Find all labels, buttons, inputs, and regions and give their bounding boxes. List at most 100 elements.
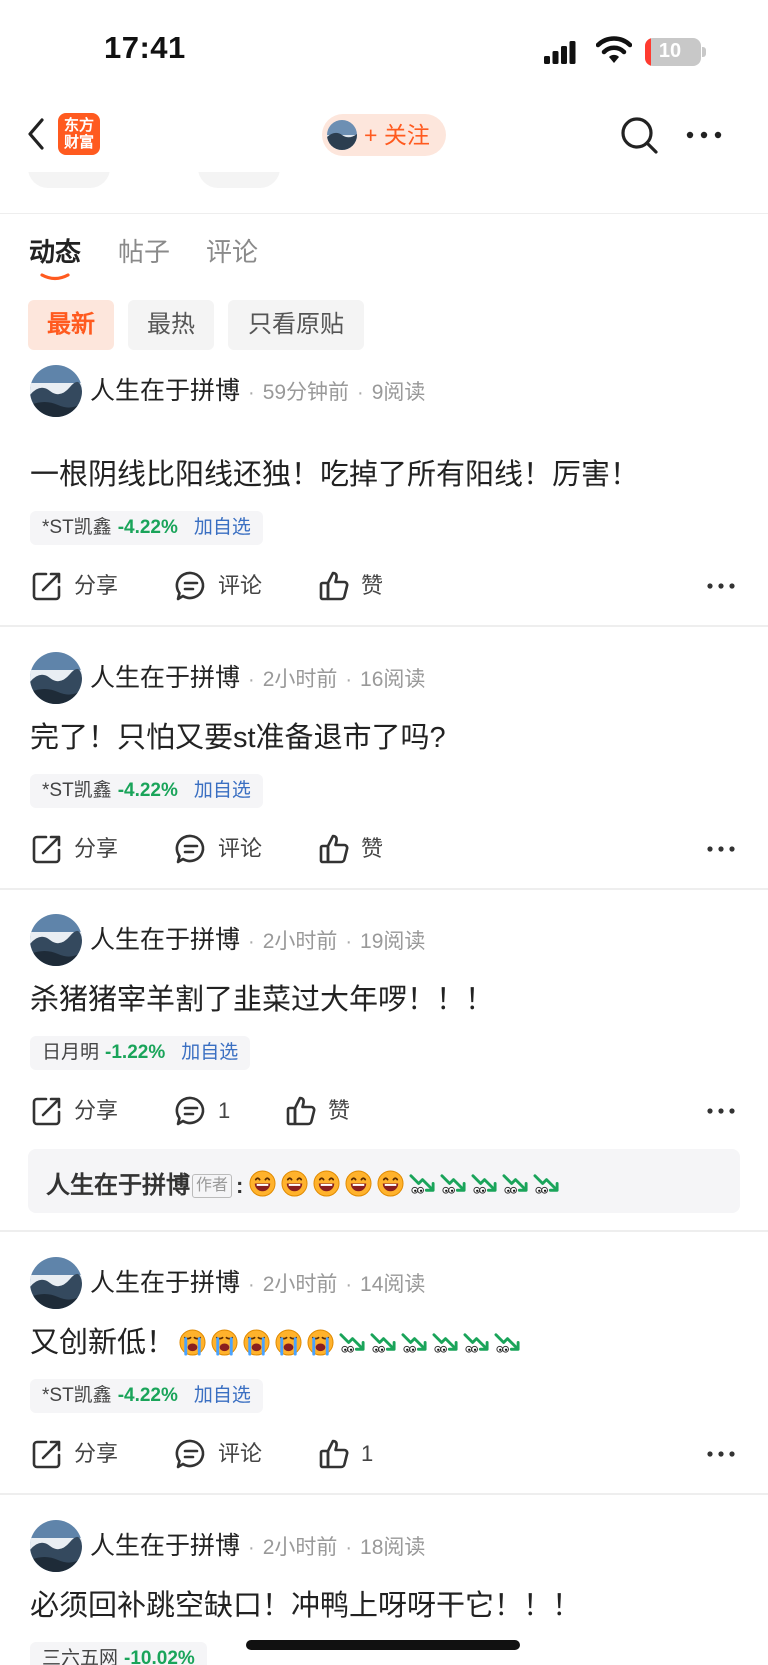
author-avatar[interactable] (30, 652, 82, 704)
down-trend-emoji-icon (471, 1170, 498, 1197)
like-button[interactable]: 赞 (317, 829, 407, 869)
post-content[interactable]: 必须回补跳空缺口！冲鸭上呀呀干它！！！ (30, 1586, 581, 1626)
author-name[interactable]: 人生在于拼博 (90, 377, 240, 405)
author-name[interactable]: 人生在于拼博 (90, 664, 240, 692)
stock-name: 三六五网 (42, 1648, 119, 1665)
post-meta: 人生在于拼博 · 2小时前 · 16阅读 (90, 664, 426, 692)
post-time: 59分钟前 (262, 381, 350, 404)
comment-label: 评论 (218, 1441, 263, 1466)
author-name[interactable]: 人生在于拼博 (90, 1269, 240, 1297)
share-button[interactable]: 分享 (30, 1434, 140, 1474)
stock-name: *ST凯鑫 (42, 517, 112, 538)
crying-emoji-icon (307, 1329, 334, 1356)
comment-button[interactable]: 1 (174, 1091, 264, 1131)
reply-emoji-content (249, 1172, 564, 1199)
post-actions: 分享 评论 赞 (0, 566, 768, 606)
like-count: 1 (361, 1441, 374, 1466)
tab-posts[interactable]: 帖子 (118, 232, 170, 269)
down-trend-emoji-icon (533, 1170, 560, 1197)
reply-author-name[interactable]: 人生在于拼博 (46, 1172, 190, 1199)
author-avatar[interactable] (30, 1520, 82, 1572)
post-emoji-content (179, 1327, 525, 1359)
filter-original-only[interactable]: 只看原贴 (228, 300, 364, 350)
stock-tag[interactable]: *ST凯鑫 -4.22% 加自选 (30, 1379, 263, 1413)
author-avatar[interactable] (30, 365, 82, 417)
comment-count: 1 (218, 1098, 231, 1123)
comment-button[interactable]: 评论 (174, 1434, 284, 1474)
post-meta: 人生在于拼博 · 59分钟前 · 9阅读 (90, 377, 426, 405)
battery-level: 10 (658, 40, 682, 62)
stock-tag[interactable]: *ST凯鑫 -4.22% 加自选 (30, 511, 263, 545)
add-to-watchlist-link[interactable]: 加自选 (194, 780, 251, 801)
post-more-icon[interactable] (706, 1446, 736, 1462)
collapsed-pill (28, 172, 110, 188)
filter-hottest[interactable]: 最热 (128, 300, 214, 350)
like-label: 赞 (361, 573, 384, 598)
collapsed-pill (198, 172, 280, 188)
post-more-icon[interactable] (706, 1103, 736, 1119)
author-name[interactable]: 人生在于拼博 (90, 926, 240, 954)
post-content[interactable]: 杀猪猪宰羊割了韭菜过大年啰！！！ (30, 980, 494, 1020)
post-content[interactable]: 一根阴线比阳线还独！吃掉了所有阳线！厉害！ (30, 455, 639, 495)
add-to-watchlist-link[interactable]: 加自选 (181, 1042, 238, 1063)
app-logo-text: 东方财富 (64, 117, 95, 151)
read-count: 19阅读 (360, 930, 426, 953)
post-time: 2小时前 (262, 668, 338, 691)
comment-button[interactable]: 评论 (174, 566, 284, 606)
filter-latest[interactable]: 最新 (28, 300, 114, 350)
comment-icon (174, 569, 208, 603)
like-button[interactable]: 1 (317, 1434, 407, 1474)
back-chevron-icon[interactable] (22, 114, 52, 154)
comment-icon (174, 1094, 208, 1128)
stock-tag[interactable]: *ST凯鑫 -4.22% 加自选 (30, 774, 263, 808)
header-divider (0, 213, 768, 214)
author-avatar[interactable] (30, 914, 82, 966)
share-button[interactable]: 分享 (30, 829, 140, 869)
share-button[interactable]: 分享 (30, 566, 140, 606)
author-avatar[interactable] (30, 1257, 82, 1309)
tab-dynamic[interactable]: 动态 (29, 232, 81, 269)
author-name[interactable]: 人生在于拼博 (90, 1532, 240, 1560)
comment-button[interactable]: 评论 (174, 829, 284, 869)
stock-change: -10.02% (124, 1648, 195, 1665)
follow-button[interactable]: + 关注 (322, 114, 446, 156)
share-button[interactable]: 分享 (30, 1091, 140, 1131)
post-divider (0, 625, 768, 627)
post-actions: 分享 1 赞 (0, 1091, 768, 1131)
post-text: 又创新低！ (30, 1327, 176, 1359)
read-count: 9阅读 (371, 381, 426, 404)
stock-tag[interactable]: 日月明 -1.22% 加自选 (30, 1036, 251, 1070)
share-label: 分享 (74, 573, 119, 598)
app-logo[interactable]: 东方财富 (58, 113, 100, 155)
post-more-icon[interactable] (706, 578, 736, 594)
search-icon[interactable] (618, 114, 660, 156)
post-more-icon[interactable] (706, 841, 736, 857)
down-trend-emoji-icon (432, 1329, 459, 1356)
tab-comments[interactable]: 评论 (206, 232, 258, 269)
active-tab-indicator (40, 273, 70, 281)
share-icon (30, 832, 64, 866)
post-content[interactable]: 完了！只怕又要st准备退市了吗? (30, 718, 446, 758)
stock-tag[interactable]: 三六五网 -10.02% (30, 1642, 207, 1665)
add-to-watchlist-link[interactable]: 加自选 (194, 1385, 251, 1406)
stock-name: *ST凯鑫 (42, 1385, 112, 1406)
comment-label: 评论 (218, 836, 263, 861)
post-time: 2小时前 (262, 930, 338, 953)
share-label: 分享 (74, 1441, 119, 1466)
thumbs-up-icon (317, 1437, 351, 1471)
home-indicator (246, 1640, 520, 1650)
post-time: 2小时前 (262, 1536, 338, 1559)
author-badge: 作者 (192, 1174, 233, 1198)
like-button[interactable]: 赞 (317, 566, 407, 606)
add-to-watchlist-link[interactable]: 加自选 (194, 517, 251, 538)
author-reply[interactable]: 人生在于拼博 作者: (28, 1149, 740, 1213)
thumbs-up-icon (284, 1094, 318, 1128)
filter-chips: 最新 最热 只看原贴 (0, 300, 768, 352)
more-options-icon[interactable] (684, 122, 724, 148)
stock-change: -4.22% (117, 780, 178, 801)
battery-nub (702, 47, 706, 57)
content-tabs: 动态 帖子 评论 (0, 226, 768, 286)
post-content[interactable]: 又创新低！ (30, 1323, 525, 1363)
like-button[interactable]: 赞 (284, 1091, 374, 1131)
stock-name: 日月明 (42, 1042, 100, 1063)
